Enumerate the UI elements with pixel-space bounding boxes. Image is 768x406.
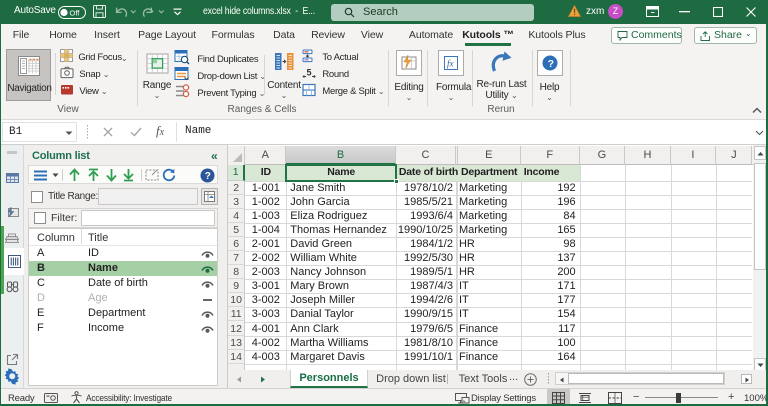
svg-text:?: ? — [205, 171, 211, 182]
svg-text:fx: fx — [447, 59, 454, 69]
svg-text:5: 5 — [307, 68, 312, 78]
svg-text:?: ? — [547, 58, 553, 70]
svg-text:Off: Off — [70, 8, 81, 17]
